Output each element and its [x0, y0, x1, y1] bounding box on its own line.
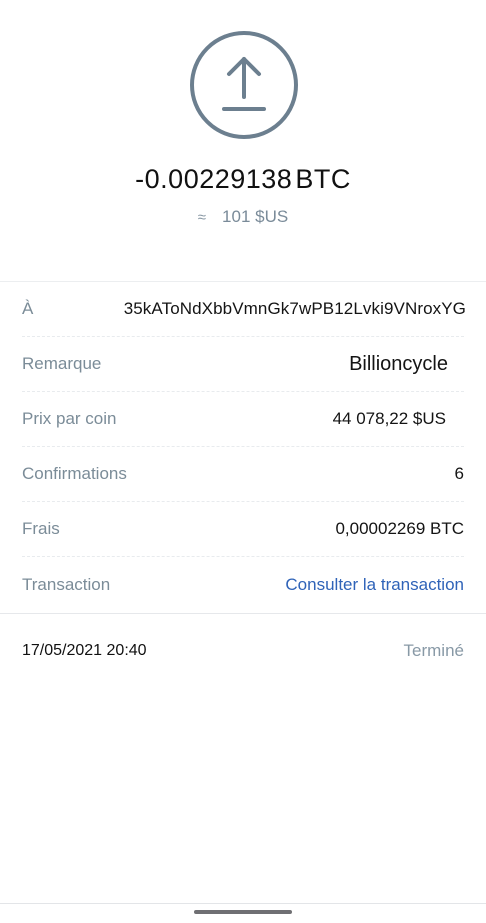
details-list: À 35kAToNdXbbVmnGk7wPB12Lvki9VNroxYG Rem… [0, 282, 486, 612]
upload-arrow-glyph [222, 57, 266, 111]
recipient-address[interactable]: 35kAToNdXbbVmnGk7wPB12Lvki9VNroxYG [124, 299, 466, 319]
detail-row-transaction[interactable]: Transaction Consulter la transaction [22, 557, 464, 612]
note-label: Remarque [22, 354, 102, 373]
amount-unit: BTC [295, 164, 351, 194]
home-indicator[interactable] [194, 910, 292, 914]
view-transaction-link[interactable]: Consulter la transaction [285, 575, 464, 595]
transaction-detail-screen: -0.00229138 BTC ≈101 $US À 35kAToNdXbbVmn… [0, 0, 486, 923]
detail-row-price: Prix par coin 44 078,22 $US [22, 392, 464, 447]
transaction-amount: -0.00229138 BTC [0, 164, 486, 195]
confirmations-value: 6 [454, 464, 464, 483]
recipient-label: À [22, 299, 34, 318]
fees-label: Frais [22, 519, 60, 538]
note-value: Billioncycle [349, 352, 448, 375]
detail-row-recipient[interactable]: À 35kAToNdXbbVmnGk7wPB12Lvki9VNroxYG [22, 282, 466, 337]
fiat-equivalent: ≈101 $US [0, 207, 486, 227]
price-value: 44 078,22 $US [332, 409, 446, 428]
divider [0, 613, 486, 614]
transaction-date: 17/05/2021 20:40 [22, 642, 147, 659]
transaction-header: -0.00229138 BTC ≈101 $US [0, 0, 486, 281]
upload-arrow-icon [190, 31, 298, 139]
detail-row-fees: Frais 0,00002269 BTC [22, 502, 464, 557]
approx-symbol: ≈ [197, 209, 207, 226]
price-label: Prix par coin [22, 409, 117, 428]
status-badge: Terminé [403, 641, 464, 660]
fees-value: 0,00002269 BTC [335, 519, 464, 538]
bottom-divider [0, 903, 486, 904]
transaction-label: Transaction [22, 574, 111, 594]
detail-row-confirmations: Confirmations 6 [22, 447, 464, 502]
confirmations-label: Confirmations [22, 464, 127, 483]
amount-value: -0.00229138 [135, 164, 293, 194]
fiat-value: 101 $US [222, 207, 289, 226]
transaction-status-row: 17/05/2021 20:40 Terminé [22, 641, 464, 661]
detail-row-note: Remarque Billioncycle [22, 337, 464, 392]
